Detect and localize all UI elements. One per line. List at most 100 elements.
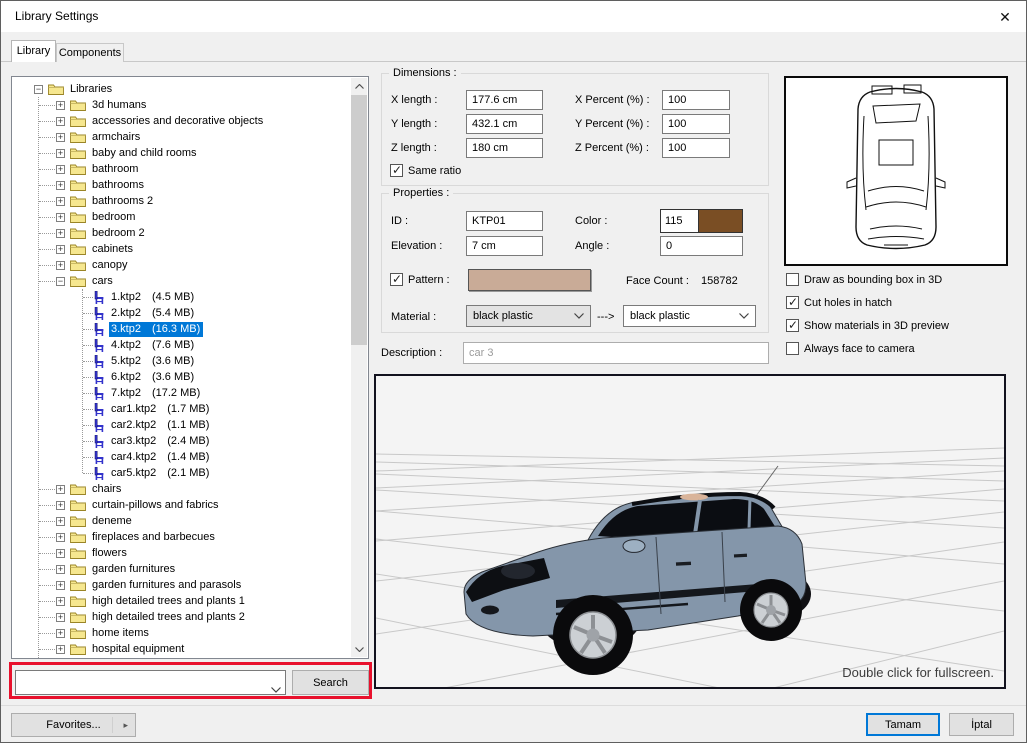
option-checkbox[interactable] (786, 273, 799, 286)
same-ratio-checkbox[interactable] (390, 163, 403, 177)
tree-item-label[interactable]: car1.ktp2 (1.7 MB) (109, 402, 212, 417)
tree-item-label[interactable]: chairs (90, 482, 124, 497)
expand-icon[interactable]: + (56, 164, 65, 174)
tree-item-folder[interactable]: + baby and child rooms (12, 145, 351, 161)
collapse-icon[interactable]: − (56, 276, 65, 286)
expand-icon[interactable]: + (56, 212, 65, 222)
z-percent-field[interactable] (662, 138, 730, 158)
tab-library[interactable]: Library (11, 40, 56, 62)
tree-item-label[interactable]: 6.ktp2 (3.6 MB) (109, 370, 197, 385)
chevron-down-icon[interactable] (271, 680, 281, 698)
elevation-field[interactable] (466, 236, 543, 256)
option-checkbox[interactable] (786, 342, 799, 355)
tree-item-folder[interactable]: + fireplaces and barbecues (12, 529, 351, 545)
tree-item-folder[interactable]: + deneme (12, 513, 351, 529)
tree-item-label[interactable]: curtain-pillows and fabrics (90, 498, 222, 513)
tree-item-selected[interactable]: 3.ktp2 (16.3 MB) (109, 321, 204, 337)
expand-icon[interactable]: + (56, 228, 65, 238)
tree-item-label[interactable]: 4.ktp2 (7.6 MB) (109, 338, 197, 353)
expand-icon[interactable]: + (56, 532, 65, 542)
tree-item-label[interactable]: 5.ktp2 (3.6 MB) (109, 354, 197, 369)
expand-icon[interactable]: + (56, 612, 65, 622)
tree-item-label[interactable]: fireplaces and barbecues (90, 530, 218, 545)
expand-icon[interactable]: + (56, 644, 65, 654)
tree-item-label[interactable]: 3d humans (90, 98, 149, 113)
color-number-field[interactable] (661, 210, 699, 232)
tree-item-label[interactable]: bedroom (90, 210, 138, 225)
expand-icon[interactable]: + (56, 596, 65, 606)
tree-item-file[interactable]: car5.ktp2 (2.1 MB) (12, 465, 351, 481)
tree-item-label[interactable]: accessories and decorative objects (90, 114, 266, 129)
tree-item-file[interactable]: 1.ktp2 (4.5 MB) (12, 289, 351, 305)
tree-item-folder[interactable]: + high detailed trees and plants 1 (12, 593, 351, 609)
option-checkbox[interactable] (786, 318, 799, 332)
tree-item-folder[interactable]: + flowers (12, 545, 351, 561)
scroll-up-icon[interactable] (351, 78, 367, 94)
preview-3d[interactable]: Double click for fullscreen. (374, 374, 1006, 742)
expand-icon[interactable]: + (56, 180, 65, 190)
expand-icon[interactable]: + (56, 564, 65, 574)
tree-item-file[interactable]: car3.ktp2 (2.4 MB) (12, 433, 351, 449)
pattern-swatch-button[interactable] (468, 269, 591, 291)
tree-item-label[interactable]: Libraries (68, 82, 115, 97)
expand-icon[interactable]: + (56, 132, 65, 142)
tree-item-folder[interactable]: + accessories and decorative objects (12, 113, 351, 129)
tree-item-label[interactable]: cars (90, 274, 116, 289)
tree-item-folder[interactable]: + home items (12, 625, 351, 641)
expand-icon[interactable]: + (56, 148, 65, 158)
tree-item-label[interactable]: garden furnitures and parasols (90, 578, 244, 593)
tree-item-file[interactable]: car4.ktp2 (1.4 MB) (12, 449, 351, 465)
tree-item-label[interactable]: baby and child rooms (90, 146, 200, 161)
tree-item-file[interactable]: 3.ktp2 (16.3 MB) (12, 321, 351, 337)
tree-item-folder[interactable]: + hospital equipment (12, 641, 351, 657)
description-field[interactable] (463, 342, 769, 364)
tree-item-file[interactable]: 7.ktp2 (17.2 MB) (12, 385, 351, 401)
tree-item-folder[interactable]: + high detailed trees and plants 2 (12, 609, 351, 625)
tree-item-label[interactable]: high detailed trees and plants 2 (90, 610, 248, 625)
tree-item-file[interactable]: 4.ktp2 (7.6 MB) (12, 337, 351, 353)
search-button[interactable]: Search (292, 670, 369, 695)
tree-item-label[interactable]: canopy (90, 258, 130, 273)
expand-icon[interactable]: + (56, 516, 65, 526)
tree-item-label[interactable]: deneme (90, 514, 135, 529)
expand-icon[interactable]: + (56, 484, 65, 494)
search-input[interactable] (17, 672, 267, 693)
tree-item-label[interactable]: bathroom (90, 162, 141, 177)
tree-item-label[interactable]: car5.ktp2 (2.1 MB) (109, 466, 212, 481)
ok-button[interactable]: Tamam (866, 713, 940, 736)
tree-item-folder[interactable]: + armchairs (12, 129, 351, 145)
tree-item-file[interactable]: 6.ktp2 (3.6 MB) (12, 369, 351, 385)
expand-icon[interactable]: + (56, 260, 65, 270)
y-percent-field[interactable] (662, 114, 730, 134)
tree-item-label[interactable]: armchairs (90, 130, 143, 145)
tree-item-file[interactable]: car2.ktp2 (1.1 MB) (12, 417, 351, 433)
tree-item-folder[interactable]: + garden furnitures and parasols (12, 577, 351, 593)
favorites-button[interactable]: Favorites... ▸ (11, 713, 136, 737)
tree-scrollbar[interactable] (351, 78, 367, 657)
id-field[interactable] (466, 211, 543, 231)
tree-item-label[interactable]: bathrooms (90, 178, 147, 193)
tree-item-folder[interactable]: + bathroom (12, 161, 351, 177)
expand-icon[interactable]: + (56, 628, 65, 638)
z-length-field[interactable] (466, 138, 543, 158)
tree-item-file[interactable]: 2.ktp2 (5.4 MB) (12, 305, 351, 321)
y-length-field[interactable] (466, 114, 543, 134)
expand-icon[interactable]: + (56, 116, 65, 126)
tree-item-folder[interactable]: + cabinets (12, 241, 351, 257)
tree-item-label[interactable]: garden furnitures (90, 562, 178, 577)
tree-item-label[interactable]: bathrooms 2 (90, 194, 156, 209)
tree-item-folder[interactable]: + bedroom 2 (12, 225, 351, 241)
expand-icon[interactable]: + (56, 196, 65, 206)
close-icon[interactable]: ✕ (996, 8, 1014, 26)
expand-icon[interactable]: + (56, 244, 65, 254)
tree-item-folder[interactable]: + bathrooms (12, 177, 351, 193)
scrollbar-thumb[interactable] (351, 95, 367, 345)
color-swatch[interactable] (699, 210, 742, 232)
material-to-dropdown[interactable]: black plastic (623, 305, 756, 327)
tree-item-label[interactable]: car4.ktp2 (1.4 MB) (109, 450, 212, 465)
color-picker[interactable] (660, 209, 743, 233)
tree-item-label[interactable]: car2.ktp2 (1.1 MB) (109, 418, 212, 433)
material-from-dropdown[interactable]: black plastic (466, 305, 591, 327)
tree-item-label[interactable]: indoor and outdoor sport equipment (90, 658, 269, 659)
scroll-down-icon[interactable] (351, 641, 367, 657)
